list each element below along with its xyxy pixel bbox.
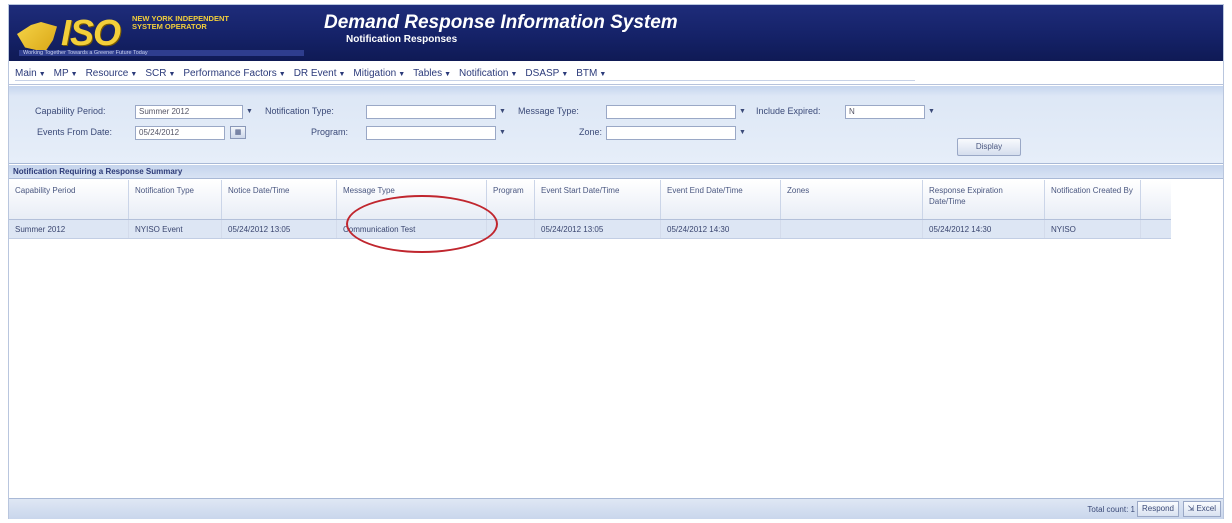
menu-main[interactable]: Main ▼	[15, 68, 46, 79]
cell-event-start: 05/24/2012 13:05	[535, 220, 661, 238]
events-from-date-label: Events From Date:	[37, 127, 113, 137]
column-header-created-by[interactable]: Notification Created By	[1045, 180, 1141, 219]
menu-dsasp[interactable]: DSASP ▼	[525, 68, 568, 79]
section-title: Notification Requiring a Response Summar…	[9, 165, 1223, 179]
menu-mp-label: MP	[53, 67, 69, 79]
menu-btm-label: BTM	[576, 67, 598, 79]
ny-state-shape	[17, 22, 57, 52]
main-menu: Main ▼ MP ▼ Resource ▼ SCR ▼ Performance Fac…	[9, 62, 1223, 85]
message-type-label: Message Type:	[518, 106, 579, 116]
menu-resource-label: Resource	[85, 67, 129, 79]
menu-tables-label: Tables	[413, 67, 443, 79]
caret-down-icon: ▼	[510, 70, 518, 78]
column-header-notification-type[interactable]: Notification Type	[129, 180, 222, 219]
cell-notice-date-time: 05/24/2012 13:05	[222, 220, 337, 238]
page-subtitle: Notification Responses	[346, 34, 458, 45]
menu-dr-event[interactable]: DR Event ▼	[294, 68, 346, 79]
caret-down-icon: ▼	[599, 70, 607, 78]
cell-zones	[781, 220, 923, 238]
menu-scr-label: SCR	[145, 67, 167, 79]
chevron-down-icon[interactable]: ▼	[737, 127, 748, 139]
highlight-annotation-circle	[346, 195, 498, 253]
caret-down-icon: ▼	[561, 70, 569, 78]
notification-type-select[interactable]	[366, 105, 496, 119]
logo-company-name: NEW YORK INDEPENDENT SYSTEM OPERATOR	[132, 14, 229, 31]
caret-down-icon: ▼	[398, 70, 406, 78]
logo-tagline: Working Together Towards a Greener Futur…	[19, 50, 304, 56]
chevron-down-icon[interactable]: ▼	[497, 106, 508, 118]
column-header-notice-date-time[interactable]: Notice Date/Time	[222, 180, 337, 219]
excel-button-label: Excel	[1196, 504, 1216, 513]
menu-mp[interactable]: MP ▼	[54, 68, 78, 79]
caret-down-icon: ▼	[444, 70, 452, 78]
filter-panel: Capability Period: Summer 2012 ▼ Notific…	[9, 86, 1223, 164]
cell-response-expiration: 05/24/2012 14:30	[923, 220, 1045, 238]
app-header: ISO NEW YORK INDEPENDENT SYSTEM OPERATOR…	[9, 5, 1223, 61]
menu-mitigation[interactable]: Mitigation ▼	[353, 68, 405, 79]
column-header-zones[interactable]: Zones	[781, 180, 923, 219]
menu-scr[interactable]: SCR ▼	[145, 68, 175, 79]
menu-performance-factors[interactable]: Performance Factors ▼	[183, 68, 285, 79]
events-from-date-input[interactable]: 05/24/2012	[135, 126, 225, 140]
caret-down-icon: ▼	[38, 70, 46, 78]
grid-footer: Total count: 1 Respond ⇲ Excel	[9, 498, 1223, 519]
notification-type-label: Notification Type:	[265, 106, 334, 116]
program-select[interactable]	[366, 126, 496, 140]
chevron-down-icon[interactable]: ▼	[497, 127, 508, 139]
total-count: Total count: 1	[1087, 505, 1135, 514]
cell-created-by: NYISO	[1045, 220, 1141, 238]
menu-dr-event-label: DR Event	[293, 67, 337, 79]
menu-resource[interactable]: Resource ▼	[86, 68, 138, 79]
calendar-icon[interactable]: ▦	[230, 126, 246, 139]
cell-notification-type: NYISO Event	[129, 220, 222, 238]
app-window: ISO NEW YORK INDEPENDENT SYSTEM OPERATOR…	[8, 4, 1224, 519]
column-header-response-expiration[interactable]: Response Expiration Date/Time	[923, 180, 1045, 219]
column-header-capability-period[interactable]: Capability Period	[9, 180, 129, 219]
capability-period-select[interactable]: Summer 2012	[135, 105, 243, 119]
program-label: Program:	[311, 127, 349, 137]
column-header-program[interactable]: Program	[487, 180, 535, 219]
respond-button[interactable]: Respond	[1136, 501, 1179, 517]
caret-down-icon: ▼	[168, 70, 176, 78]
notifications-table: Capability Period Notification Type Noti…	[9, 180, 1171, 239]
caret-down-icon: ▼	[278, 70, 286, 78]
cell-event-end: 05/24/2012 14:30	[661, 220, 781, 238]
menu-notification[interactable]: Notification ▼	[459, 68, 517, 79]
menu-dsasp-label: DSASP	[525, 67, 560, 79]
display-button[interactable]: Display	[957, 138, 1021, 156]
zone-label: Zone:	[579, 127, 603, 137]
excel-icon: ⇲	[1187, 504, 1195, 513]
message-type-select[interactable]	[606, 105, 736, 119]
app-title: Demand Response Information System	[324, 12, 678, 33]
cell-capability-period: Summer 2012	[9, 220, 129, 238]
nyiso-logo: ISO NEW YORK INDEPENDENT SYSTEM OPERATOR…	[17, 10, 307, 56]
chevron-down-icon[interactable]: ▼	[737, 106, 748, 118]
include-expired-label: Include Expired:	[756, 106, 821, 116]
excel-export-button[interactable]: ⇲ Excel	[1182, 501, 1221, 517]
filter-panel-band	[9, 86, 1223, 96]
logo-iso-text: ISO	[61, 12, 121, 53]
zone-select[interactable]	[606, 126, 736, 140]
table-row[interactable]: Summer 2012 NYISO Event 05/24/2012 13:05…	[9, 220, 1171, 239]
menu-main-label: Main	[15, 67, 37, 79]
caret-down-icon: ▼	[70, 70, 78, 78]
chevron-down-icon[interactable]: ▼	[244, 106, 255, 118]
menu-notification-label: Notification	[459, 67, 509, 79]
menu-mitigation-label: Mitigation	[353, 67, 397, 79]
column-header-event-end[interactable]: Event End Date/Time	[661, 180, 781, 219]
menu-tables[interactable]: Tables ▼	[413, 68, 451, 79]
menu-btm[interactable]: BTM ▼	[576, 68, 606, 79]
table-header-row: Capability Period Notification Type Noti…	[9, 180, 1171, 220]
caret-down-icon: ▼	[130, 70, 138, 78]
capability-period-label: Capability Period:	[35, 106, 106, 116]
column-header-event-start[interactable]: Event Start Date/Time	[535, 180, 661, 219]
caret-down-icon: ▼	[338, 70, 346, 78]
menu-performance-factors-label: Performance Factors	[183, 67, 277, 79]
chevron-down-icon[interactable]: ▼	[926, 106, 937, 118]
menu-divider	[15, 80, 915, 81]
include-expired-select[interactable]: N	[845, 105, 925, 119]
